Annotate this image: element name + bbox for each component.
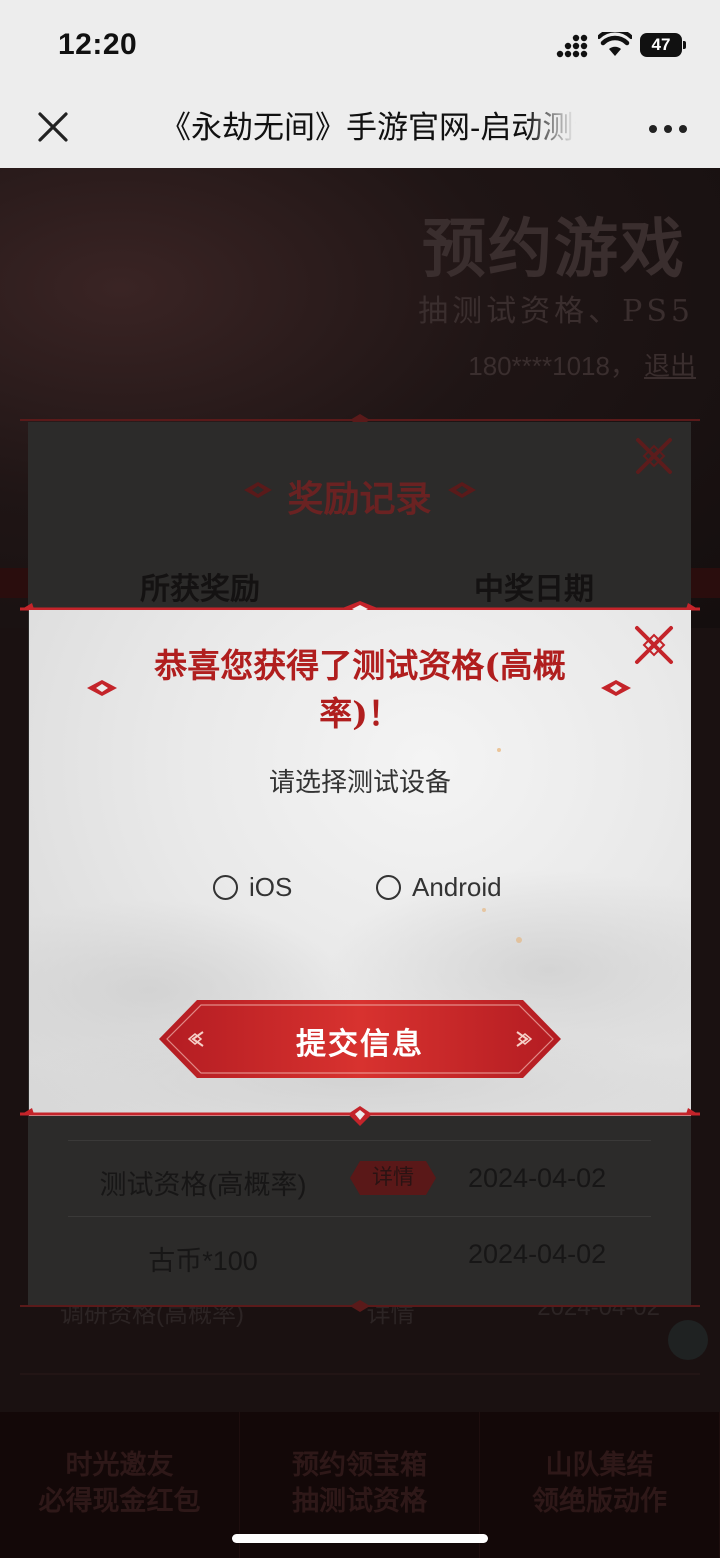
tab-invite[interactable]: 时光邀友 必得现金红包 [0, 1412, 240, 1558]
diamond-ornament-icon [87, 680, 117, 696]
records-frame-bottom [20, 1300, 700, 1312]
tab-team[interactable]: 山队集结 领绝版动作 [480, 1412, 720, 1558]
cellular-signal-icon [556, 34, 588, 58]
status-bar: 12:20 47 [0, 0, 720, 88]
diamond-ornament-icon [448, 482, 476, 498]
close-icon[interactable] [36, 110, 70, 144]
radio-android[interactable]: Android [376, 870, 502, 904]
device-prompt: 请选择测试设备 [268, 767, 451, 797]
table-row: 古币*100 2024-04-02 [68, 1216, 651, 1292]
more-options-icon[interactable] [648, 124, 688, 134]
reward-name: 古币*100 [148, 1246, 258, 1276]
records-title: 奖励记录 [287, 478, 432, 520]
reward-date: 2024-04-02 [468, 1163, 607, 1193]
submit-button-label: 提交信息 [296, 1027, 424, 1062]
home-indicator[interactable] [232, 1534, 488, 1543]
detail-button[interactable]: 详情 [350, 1161, 436, 1195]
page-title: 《永劫无间》手游官网-启动测试 [160, 110, 576, 145]
submit-button[interactable]: 提交信息 [159, 1000, 561, 1078]
table-row: 测试资格(高概率) 详情 2024-04-02 [68, 1140, 651, 1216]
radio-circle-icon[interactable] [376, 874, 401, 900]
modal-close-icon[interactable] [633, 624, 675, 666]
browser-nav-bar: 《永劫无间》手游官网-启动测试 [0, 88, 720, 168]
records-close-icon[interactable] [634, 436, 674, 476]
radio-label-ios: iOS [249, 871, 293, 902]
diamond-ornament-icon [601, 680, 631, 696]
qualification-modal: 恭喜您获得了测试资格(高概率)！ 请选择测试设备 iOS Android 提交信… [29, 610, 691, 1116]
user-phone: 180****1018 [468, 351, 610, 381]
reward-name: 测试资格(高概率) [99, 1170, 307, 1200]
hero-title: 预约游戏 [422, 212, 686, 287]
hero-subtitle: 抽测试资格、PS5 [418, 294, 694, 329]
modal-frame-bottom [20, 1106, 700, 1126]
logout-link[interactable]: 退出 [644, 351, 696, 381]
radio-circle-icon[interactable] [213, 874, 238, 900]
user-info: 180****1018， 退出 [468, 351, 696, 381]
wifi-icon [598, 32, 632, 56]
radio-label-android: Android [412, 871, 502, 902]
chat-bubble-icon[interactable] [668, 1320, 708, 1360]
modal-title: 恭喜您获得了测试资格(高概率)！ [154, 646, 566, 733]
reward-date: 2024-04-02 [468, 1239, 607, 1269]
battery-level: 47 [640, 33, 682, 57]
status-time: 12:20 [58, 28, 138, 61]
battery-icon: 47 [640, 33, 686, 57]
radio-ios[interactable]: iOS [213, 870, 292, 904]
